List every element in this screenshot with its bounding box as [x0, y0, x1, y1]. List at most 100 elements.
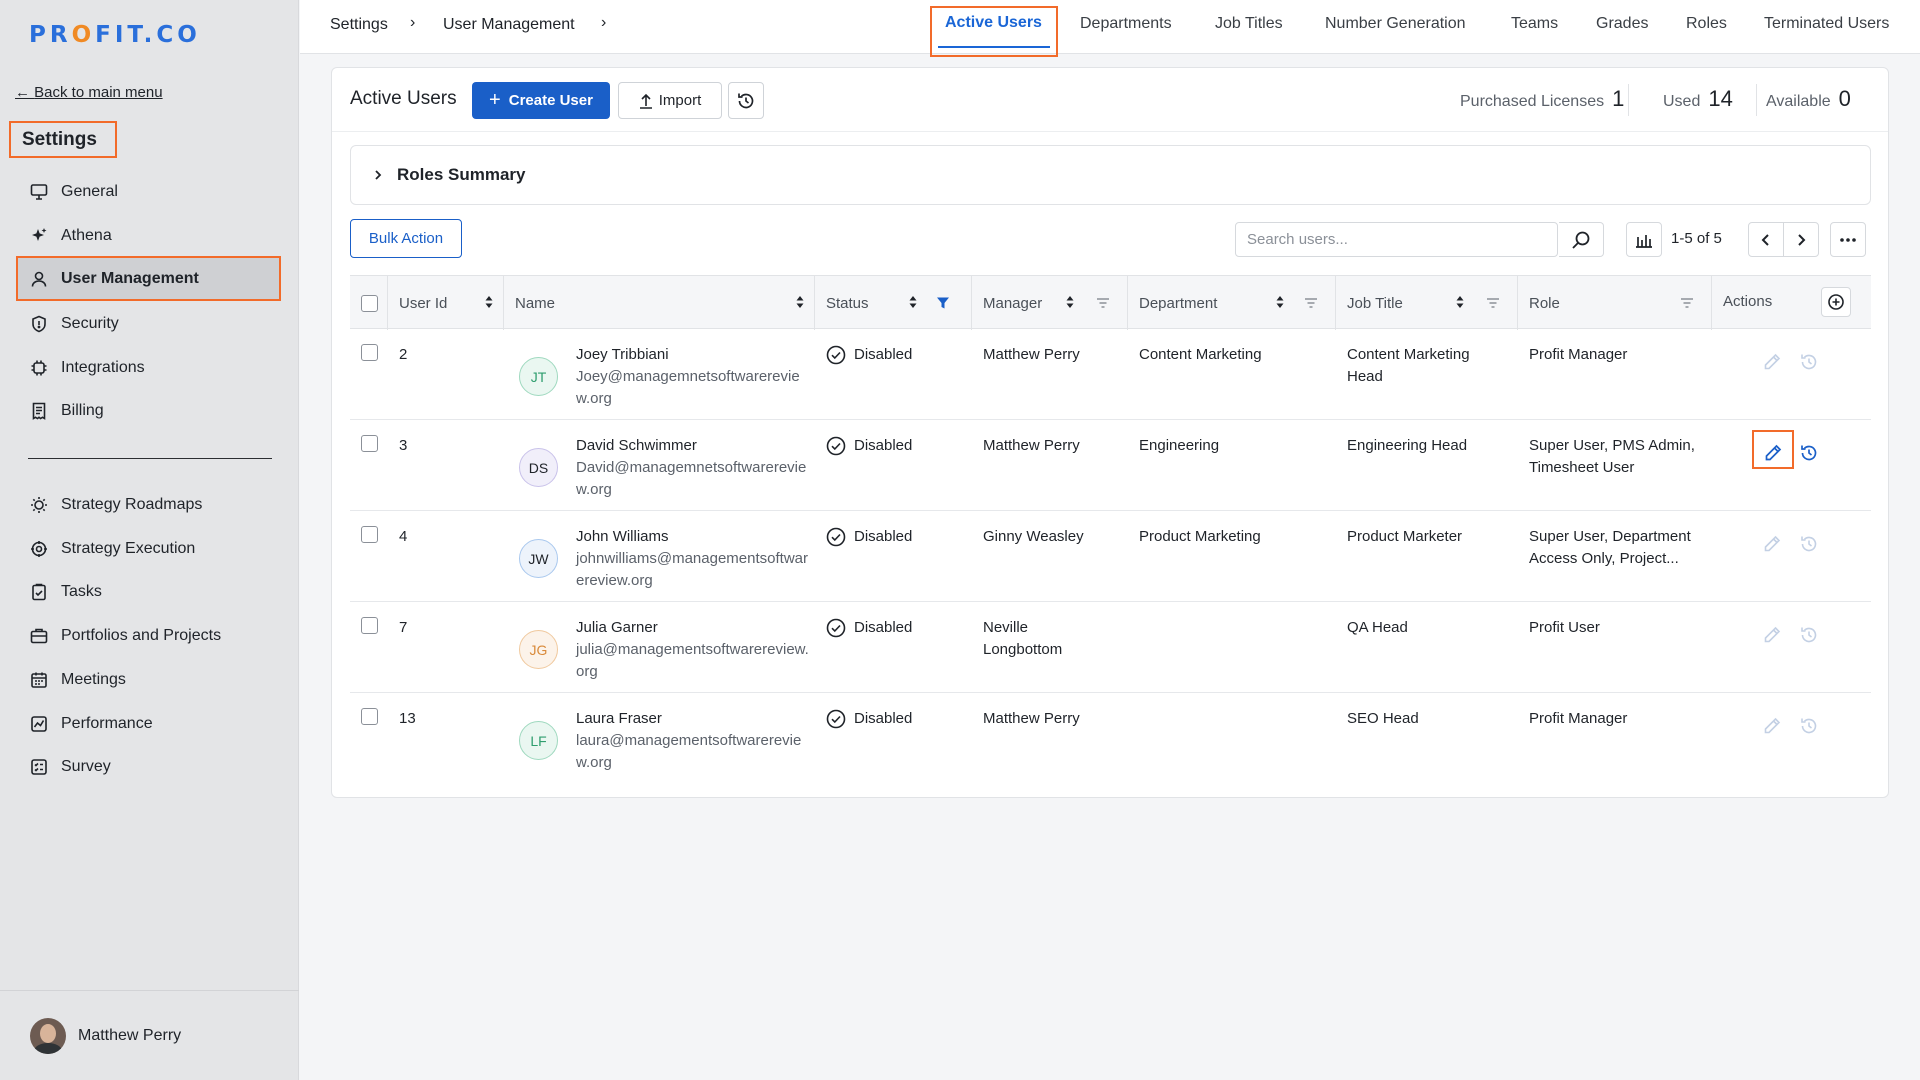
active-users-card: Active Users + Create User Import Purcha…	[331, 67, 1889, 798]
sidebar-item-strategy-execution[interactable]: Strategy Execution	[16, 529, 281, 569]
column-header-user-id[interactable]: User Id	[388, 276, 504, 330]
column-header-status[interactable]: Status	[815, 276, 972, 330]
filter-icon[interactable]	[1680, 297, 1694, 309]
user-name-cell[interactable]: David Schwimmer David@managemnetsoftware…	[576, 435, 811, 501]
job-title-cell: Engineering Head	[1347, 437, 1468, 454]
sort-icon[interactable]	[1276, 295, 1284, 309]
tab-departments[interactable]: Departments	[1080, 15, 1172, 33]
user-avatar: JT	[519, 357, 558, 396]
tab-roles[interactable]: Roles	[1686, 15, 1727, 33]
chart-icon	[29, 714, 49, 734]
tab-active-users[interactable]: Active Users	[945, 14, 1042, 32]
logo: PROFIT.CO	[29, 22, 201, 48]
tab-grades[interactable]: Grades	[1596, 15, 1648, 33]
search-input[interactable]	[1236, 223, 1560, 256]
receipt-icon	[29, 401, 49, 421]
user-history-button[interactable]	[1796, 531, 1822, 557]
back-to-main-menu-link[interactable]: ← Back to main menu	[15, 84, 163, 101]
add-column-button[interactable]	[1821, 287, 1851, 317]
bulb-icon	[29, 495, 49, 515]
next-page-button[interactable]	[1783, 222, 1819, 257]
bulk-action-button[interactable]: Bulk Action	[350, 219, 462, 258]
row-checkbox[interactable]	[361, 435, 378, 452]
row-checkbox[interactable]	[361, 708, 378, 725]
sort-icon[interactable]	[909, 295, 917, 309]
pencil-icon	[1762, 534, 1782, 554]
create-user-button[interactable]: + Create User	[472, 82, 610, 119]
license-divider	[1756, 84, 1757, 116]
tab-job-titles[interactable]: Job Titles	[1215, 15, 1283, 33]
row-checkbox[interactable]	[361, 344, 378, 361]
column-header-manager[interactable]: Manager	[972, 276, 1128, 330]
user-profile[interactable]: Matthew Perry	[0, 990, 299, 1080]
user-history-button[interactable]	[1796, 713, 1822, 739]
filter-active-icon[interactable]	[936, 296, 950, 310]
manager-cell: Matthew Perry	[983, 437, 1080, 454]
user-id: 2	[399, 346, 408, 363]
filter-icon[interactable]	[1486, 297, 1500, 309]
filter-icon[interactable]	[1304, 297, 1318, 309]
tab-teams[interactable]: Teams	[1511, 15, 1558, 33]
breadcrumb-separator: ›	[410, 14, 416, 31]
user-history-button[interactable]	[1796, 622, 1822, 648]
tab-number-generation[interactable]: Number Generation	[1325, 15, 1466, 33]
column-header-role[interactable]: Role	[1518, 276, 1712, 330]
active-tab-underline	[938, 46, 1050, 48]
check-circle-icon	[826, 618, 854, 638]
history-button[interactable]	[728, 82, 764, 119]
tab-terminated-users[interactable]: Terminated Users	[1764, 15, 1889, 33]
sidebar-item-user-management[interactable]: User Management	[16, 256, 281, 301]
sidebar-item-general[interactable]: General	[16, 172, 281, 212]
sort-icon[interactable]	[1066, 295, 1074, 309]
import-button[interactable]: Import	[618, 82, 722, 119]
sidebar-item-athena[interactable]: Athena	[16, 216, 281, 256]
user-history-button[interactable]	[1796, 349, 1822, 375]
checklist-icon	[29, 757, 49, 777]
sidebar-item-strategy-roadmaps[interactable]: Strategy Roadmaps	[16, 485, 281, 525]
column-chart-icon	[1635, 231, 1653, 249]
previous-page-button[interactable]	[1748, 222, 1784, 257]
roles-summary-accordion[interactable]: Roles Summary	[350, 145, 1871, 205]
user-name-cell[interactable]: Laura Fraser laura@managementsoftwarerev…	[576, 708, 811, 774]
edit-user-button[interactable]	[1760, 440, 1786, 466]
row-checkbox[interactable]	[361, 526, 378, 543]
edit-user-button[interactable]	[1759, 531, 1785, 557]
filter-icon[interactable]	[1096, 297, 1110, 309]
select-all-checkbox[interactable]	[361, 294, 378, 312]
sort-icon[interactable]	[485, 295, 493, 309]
status-cell: Disabled	[826, 344, 912, 366]
column-header-name[interactable]: Name	[504, 276, 815, 330]
user-icon	[29, 269, 49, 289]
user-name-cell[interactable]: Joey Tribbiani Joey@managemnetsoftwarere…	[576, 344, 811, 410]
page-title: Active Users	[350, 88, 457, 109]
user-name-cell[interactable]: Julia Garner julia@managementsoftwarerev…	[576, 617, 811, 683]
target-icon	[29, 539, 49, 559]
sidebar-item-meetings[interactable]: Meetings	[16, 660, 281, 700]
column-settings-button[interactable]	[1626, 222, 1662, 257]
user-name-cell[interactable]: John Williams johnwilliams@managementsof…	[576, 526, 811, 592]
sort-icon[interactable]	[1456, 295, 1464, 309]
breadcrumb-user-management[interactable]: User Management	[443, 16, 575, 34]
sidebar-item-integrations[interactable]: Integrations	[16, 348, 281, 388]
user-history-button[interactable]	[1796, 440, 1822, 466]
table-row: 7 JG Julia Garner julia@managementsoftwa…	[350, 602, 1871, 693]
sort-icon[interactable]	[796, 295, 804, 309]
sidebar-item-security[interactable]: Security	[16, 304, 281, 344]
breadcrumb-settings[interactable]: Settings	[330, 16, 388, 34]
sidebar-item-survey[interactable]: Survey	[16, 747, 281, 787]
column-header-department[interactable]: Department	[1128, 276, 1336, 330]
sidebar-item-tasks[interactable]: Tasks	[16, 572, 281, 612]
column-header-job-title[interactable]: Job Title	[1336, 276, 1518, 330]
edit-user-button[interactable]	[1759, 622, 1785, 648]
sidebar-item-portfolios-and-projects[interactable]: Portfolios and Projects	[16, 616, 281, 656]
sidebar-item-billing[interactable]: Billing	[16, 391, 281, 431]
row-checkbox[interactable]	[361, 617, 378, 634]
avatar	[30, 1017, 66, 1054]
sidebar-item-performance[interactable]: Performance	[16, 704, 281, 744]
search-button[interactable]	[1559, 222, 1604, 257]
edit-user-button[interactable]	[1759, 349, 1785, 375]
history-icon	[1799, 352, 1819, 372]
edit-user-button[interactable]	[1759, 713, 1785, 739]
more-options-button[interactable]	[1830, 222, 1866, 257]
role-cell: Super User, PMS Admin, Timesheet User	[1529, 437, 1695, 476]
